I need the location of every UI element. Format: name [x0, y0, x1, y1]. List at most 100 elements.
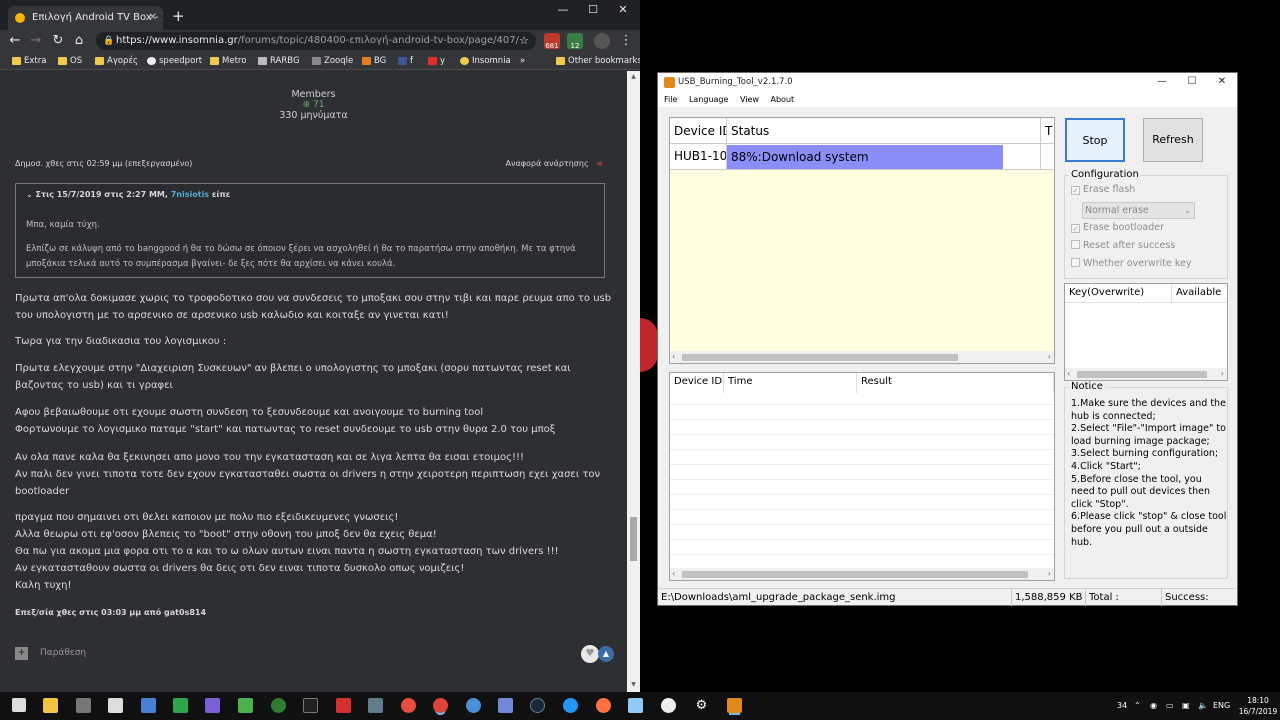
remote-desktop-icon[interactable]: [141, 698, 156, 713]
steam-icon[interactable]: [530, 698, 545, 713]
taskbar-app-icon[interactable]: [173, 698, 188, 713]
back-icon[interactable]: ←: [6, 32, 24, 50]
extension-icon[interactable]: [594, 33, 610, 49]
scroll-thumb[interactable]: [682, 571, 1028, 578]
scroll-left-icon[interactable]: ‹: [672, 351, 675, 363]
col-device-id[interactable]: Device ID: [670, 118, 727, 144]
key-hscroll[interactable]: ‹ ›: [1065, 368, 1227, 380]
volume-icon[interactable]: 🔈: [1198, 692, 1208, 720]
acrobat-icon[interactable]: [336, 698, 351, 713]
scroll-left-icon[interactable]: ‹: [1067, 368, 1070, 380]
bookmark-item[interactable]: BG: [362, 52, 386, 70]
overwrite-key-checkbox[interactable]: Whether overwrite key: [1071, 258, 1192, 269]
scroll-left-icon[interactable]: ‹: [672, 568, 675, 580]
bookmark-item[interactable]: speedport: [147, 52, 202, 70]
new-tab-button[interactable]: +: [172, 6, 185, 26]
other-bookmarks[interactable]: Other bookmarks: [556, 52, 640, 70]
windows-start-icon[interactable]: [12, 698, 26, 712]
media-player-icon[interactable]: [108, 698, 123, 713]
bookmark-item[interactable]: RARBG: [258, 52, 300, 70]
forward-icon[interactable]: →: [27, 32, 45, 50]
scroll-right-icon[interactable]: ›: [1221, 368, 1224, 380]
quote-button[interactable]: + Παράθεση: [15, 647, 86, 660]
col-t[interactable]: T: [1041, 118, 1054, 144]
share-icon[interactable]: ⋖: [596, 159, 603, 168]
clock[interactable]: 18:10 16/7/2019: [1238, 695, 1278, 717]
maximize-icon[interactable]: ☐: [1177, 73, 1207, 92]
taskbar-app-icon[interactable]: [466, 698, 481, 713]
bookmark-star-icon[interactable]: ☆: [519, 32, 529, 50]
col-key-overwrite[interactable]: Key(Overwrite): [1065, 284, 1172, 303]
chevron-down-icon[interactable]: ⌄: [26, 190, 33, 199]
scroll-thumb[interactable]: [630, 517, 637, 561]
scroll-thumb[interactable]: [682, 354, 958, 361]
tray-chevron-icon[interactable]: ⌃: [1134, 692, 1141, 720]
log-col-result[interactable]: Result: [857, 373, 1054, 393]
minimize-icon[interactable]: —: [548, 0, 578, 22]
bookmarks-more[interactable]: »: [520, 52, 525, 70]
terminal-icon[interactable]: [303, 698, 318, 713]
taskbar-app-icon[interactable]: [628, 698, 643, 713]
bookmark-item[interactable]: y: [428, 52, 445, 70]
xbox-icon[interactable]: [271, 698, 286, 713]
taskbar-app-icon[interactable]: [563, 698, 578, 713]
bookmark-item[interactable]: f: [398, 52, 413, 70]
col-status[interactable]: Status: [727, 118, 1041, 144]
erase-flash-checkbox[interactable]: ✓ Erase flash: [1071, 184, 1135, 195]
menu-file[interactable]: File: [664, 95, 677, 104]
taskbar-app-icon[interactable]: [76, 698, 91, 713]
post-date[interactable]: Δημοσ. χθες στις 02:59 μμ (επεξεργασμένο…: [15, 159, 192, 168]
menu-language[interactable]: Language: [689, 95, 728, 104]
col-available[interactable]: Available: [1172, 284, 1227, 303]
scroll-down-arrow-icon[interactable]: ▼: [629, 681, 638, 688]
taskbar-app-icon[interactable]: [205, 698, 220, 713]
language-indicator[interactable]: ENG: [1213, 692, 1230, 720]
bookmark-item[interactable]: Extra: [12, 52, 46, 70]
reload-icon[interactable]: ↻: [49, 32, 67, 50]
tray-number[interactable]: 34: [1117, 692, 1127, 720]
tab-close-icon[interactable]: ✕: [149, 6, 157, 30]
menu-about[interactable]: About: [771, 95, 795, 104]
home-icon[interactable]: ⌂: [70, 32, 88, 50]
erase-bootloader-checkbox[interactable]: ✓ Erase bootloader: [1071, 222, 1164, 233]
discord-icon[interactable]: [498, 698, 513, 713]
bookmark-item[interactable]: Αγορές: [95, 52, 138, 70]
network-icon[interactable]: ▭: [1166, 692, 1174, 720]
extension-feedly-icon[interactable]: 12: [567, 33, 583, 50]
report-link[interactable]: Αναφορά ανάρτησης ⋖: [506, 159, 603, 168]
bookmark-item[interactable]: Insomnia: [460, 52, 511, 70]
bookmark-item[interactable]: Metro: [210, 52, 246, 70]
usb-burning-tool-icon[interactable]: [727, 698, 742, 713]
close-icon[interactable]: ✕: [1207, 73, 1237, 92]
address-bar[interactable]: 🔒 https://www.insomnia.gr/forums/topic/4…: [96, 32, 536, 50]
reset-after-success-checkbox[interactable]: Reset after success: [1071, 240, 1175, 251]
maximize-icon[interactable]: ☐: [578, 0, 608, 22]
log-col-device-id[interactable]: Device ID: [670, 373, 724, 393]
file-explorer-icon[interactable]: [43, 698, 58, 713]
browser-tab[interactable]: Επιλογή Android TV Box - Σελίδ ✕: [8, 6, 163, 30]
scroll-thumb[interactable]: [1077, 371, 1207, 378]
close-icon[interactable]: ✕: [608, 0, 638, 22]
quote-user-link[interactable]: 7nisiotis: [171, 190, 209, 199]
refresh-button[interactable]: Refresh: [1143, 118, 1203, 162]
scroll-right-icon[interactable]: ›: [1048, 351, 1051, 363]
log-hscroll[interactable]: ‹ ›: [670, 568, 1054, 580]
erase-mode-select[interactable]: Normal erase ⌄: [1082, 202, 1195, 219]
bookmark-item[interactable]: OS: [58, 52, 82, 70]
menu-view[interactable]: View: [740, 95, 759, 104]
minimize-icon[interactable]: —: [1147, 73, 1177, 92]
taskbar-app-icon[interactable]: [368, 698, 383, 713]
menu-kebab-icon[interactable]: ⋮: [617, 32, 635, 50]
taskbar-app-icon[interactable]: [401, 698, 416, 713]
taskbar-app-icon[interactable]: [661, 698, 676, 713]
chrome-icon[interactable]: [433, 698, 448, 713]
device-hscroll[interactable]: ‹ ›: [670, 351, 1054, 363]
display-icon[interactable]: ▣: [1182, 692, 1190, 720]
scroll-up-icon[interactable]: ▲: [598, 646, 614, 662]
log-col-time[interactable]: Time: [724, 373, 857, 393]
heart-icon[interactable]: ♥: [581, 645, 599, 663]
device-id-cell[interactable]: HUB1-10: [670, 144, 727, 170]
settings-gear-icon[interactable]: ⚙: [694, 698, 709, 713]
extension-gmail-icon[interactable]: 681: [544, 33, 560, 50]
scroll-up-arrow-icon[interactable]: ▲: [629, 73, 638, 80]
